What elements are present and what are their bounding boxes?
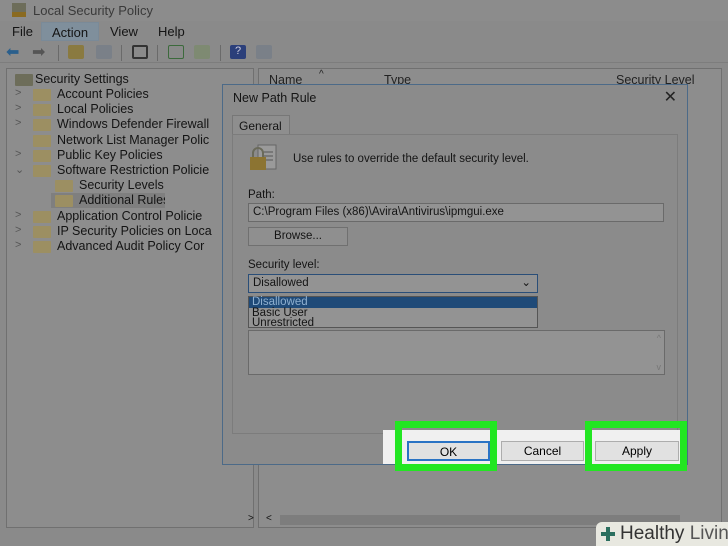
chevron-right-icon[interactable]: >	[15, 239, 21, 251]
security-level-dropdown: Disallowed Basic User Unrestricted	[248, 296, 538, 328]
chevron-down-icon: ⌄	[521, 277, 531, 289]
title-bar: Local Security Policy	[0, 0, 728, 21]
menu-view[interactable]: View	[100, 22, 148, 41]
close-icon[interactable]: ✕	[664, 87, 677, 107]
tree-item-label: Application Control Policie	[57, 208, 203, 223]
folder-icon	[33, 119, 51, 132]
tree-item-label: IP Security Policies on Loca	[57, 223, 212, 238]
folder-icon	[55, 195, 73, 208]
cancel-button[interactable]: Cancel	[501, 441, 584, 461]
tree-item-label: Additional Rules	[79, 193, 165, 208]
folder-icon	[33, 104, 51, 117]
folder-icon	[33, 225, 51, 238]
chevron-right-icon[interactable]: >	[15, 209, 21, 221]
security-icon	[15, 74, 33, 86]
tree-item-label: Public Key Policies	[57, 147, 163, 162]
menu-bar: File Action View Help	[0, 22, 728, 41]
path-label: Path:	[248, 189, 275, 201]
window-title: Local Security Policy	[33, 3, 153, 18]
show-hide-tree-icon[interactable]	[96, 45, 112, 59]
chevron-right-icon[interactable]: >	[15, 87, 21, 99]
tree-item-label: Local Policies	[57, 102, 134, 117]
chevron-right-icon[interactable]: >	[15, 224, 21, 236]
tree-item-label: Account Policies	[57, 87, 149, 101]
tree-item-label: Network List Manager Polic	[57, 132, 210, 147]
chevron-right-icon[interactable]: >	[15, 102, 21, 114]
tree-pane: Security Settings > Account Policies > Loca…	[6, 68, 254, 528]
description-textarea[interactable]: ^ v	[248, 330, 665, 375]
watermark-logo: Healthy Living	[596, 522, 728, 546]
folder-icon	[33, 241, 51, 253]
folder-icon	[55, 180, 73, 193]
tree-item-label: Advanced Audit Policy Cor	[57, 239, 205, 253]
console-icon[interactable]	[256, 45, 272, 59]
new-path-rule-dialog: New Path Rule ✕ General Use rules to ove…	[222, 84, 688, 465]
scroll-up-icon[interactable]: ^	[657, 333, 661, 343]
tree-item[interactable]: > Advanced Audit Policy Cor	[7, 239, 253, 254]
apply-highlight-box	[585, 421, 687, 471]
tree-item-label: Windows Defender Firewall	[57, 117, 210, 132]
scroll-down-icon[interactable]: v	[657, 362, 662, 372]
tree-item[interactable]: > Application Control Policie	[7, 209, 253, 224]
back-icon[interactable]: ⬅	[6, 42, 22, 61]
dialog-title: New Path Rule	[233, 91, 317, 105]
plus-leaf-icon	[601, 527, 615, 541]
refresh-icon[interactable]	[168, 45, 184, 59]
menu-file[interactable]: File	[2, 22, 43, 41]
folder-icon	[33, 149, 51, 162]
forward-icon[interactable]: ➡	[32, 42, 48, 61]
tree-item[interactable]: > Public Key Policies	[7, 148, 253, 163]
tab-general[interactable]: General	[232, 115, 290, 135]
folder-icon	[33, 134, 51, 147]
path-input[interactable]: C:\Program Files (x86)\Avira\Antivirus\i…	[248, 203, 664, 222]
folder-icon	[33, 89, 51, 101]
tree-item[interactable]: Network List Manager Polic	[7, 133, 253, 148]
properties-icon[interactable]	[132, 45, 148, 59]
tree-item-label: Security Levels	[79, 178, 164, 193]
export-icon[interactable]	[194, 45, 210, 59]
folder-icon	[33, 165, 51, 177]
tree-item[interactable]: Security Levels	[7, 178, 253, 193]
browse-button[interactable]: Browse...	[248, 227, 348, 246]
chevron-right-icon[interactable]: >	[15, 117, 21, 129]
security-level-label: Security level:	[248, 259, 320, 271]
help-icon[interactable]: ?	[230, 45, 246, 59]
tree-item[interactable]: > Account Policies	[7, 87, 253, 102]
tree-item[interactable]: ⌄ Software Restriction Policie	[7, 163, 253, 178]
tree-item[interactable]: Additional Rules	[51, 193, 165, 209]
lock-document-icon	[250, 144, 277, 170]
toolbar: ⬅ ➡ ?	[0, 43, 728, 63]
option-unrestricted[interactable]: Unrestricted	[249, 318, 537, 329]
app-icon	[12, 3, 26, 17]
folder-icon	[33, 210, 51, 223]
tree-item-label: Software Restriction Policie	[57, 163, 210, 177]
ok-highlight-box	[395, 421, 497, 471]
up-folder-icon[interactable]	[68, 45, 84, 59]
scroll-right-left-pane[interactable]: >	[248, 513, 256, 527]
tree-item[interactable]: > Windows Defender Firewall	[7, 117, 253, 132]
tree-item[interactable]: > Local Policies	[7, 102, 253, 117]
sort-ascending-icon: ^	[319, 69, 324, 80]
tree-item[interactable]: > IP Security Policies on Loca	[7, 224, 253, 239]
menu-help[interactable]: Help	[148, 22, 195, 41]
security-level-select[interactable]: Disallowed ⌄	[248, 274, 538, 293]
chevron-down-icon[interactable]: ⌄	[15, 163, 24, 176]
tree-root[interactable]: Security Settings	[13, 72, 129, 87]
menu-action[interactable]: Action	[41, 22, 100, 41]
intro-text: Use rules to override the default securi…	[293, 153, 529, 165]
chevron-right-icon[interactable]: >	[15, 148, 21, 160]
option-disallowed[interactable]: Disallowed	[249, 297, 537, 308]
